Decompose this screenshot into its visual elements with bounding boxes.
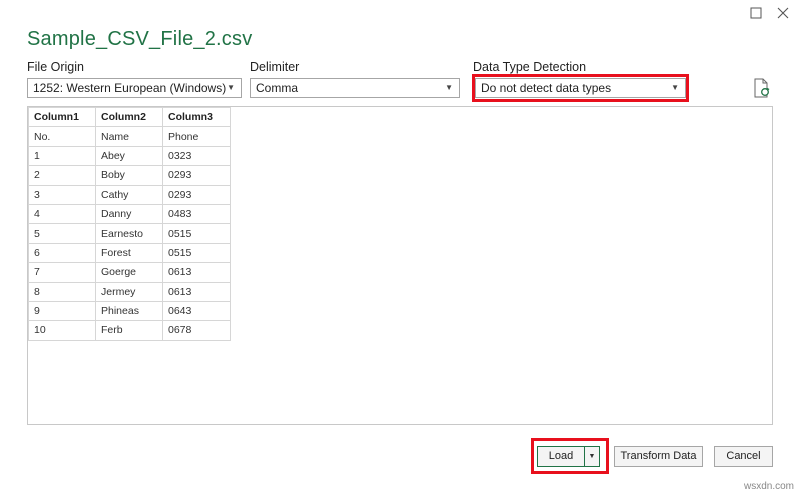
table-cell: 0293 <box>162 184 231 205</box>
table-cell: Danny <box>95 203 163 225</box>
table-cell: 2 <box>28 165 96 186</box>
table-cell: No. <box>28 126 96 147</box>
file-origin-label: File Origin <box>27 60 84 74</box>
table-row: 8 Jermey 0613 <box>28 281 231 302</box>
table-cell: Name <box>95 126 163 147</box>
transform-data-button[interactable]: Transform Data <box>614 446 703 467</box>
table-cell: 0643 <box>162 300 231 322</box>
table-cell: 5 <box>28 223 96 244</box>
table-cell: Jermey <box>95 281 163 302</box>
dialog-title: Sample_CSV_File_2.csv <box>27 28 253 50</box>
delimiter-label: Delimiter <box>250 60 300 74</box>
column-header: Column1 <box>28 106 96 128</box>
table-row: 5 Earnesto 0515 <box>28 223 231 244</box>
table-row: 7 Goerge 0613 <box>28 262 231 283</box>
table-cell: Cathy <box>95 184 163 205</box>
watermark: wsxdn.com <box>743 481 794 492</box>
table-cell: 6 <box>28 242 96 264</box>
table-row: 9 Phineas 0643 <box>28 300 231 322</box>
table-cell: Ferb <box>95 320 163 341</box>
data-preview-pane[interactable]: Column1 Column2 Column3 No. Name Phone 1 Abe… <box>27 106 773 425</box>
table-cell: 0515 <box>162 223 231 244</box>
table-row: No. Name Phone <box>28 126 231 147</box>
table-cell: Goerge <box>95 262 163 283</box>
table-row: 3 Cathy 0293 <box>28 184 231 205</box>
file-origin-dropdown[interactable]: 1252: Western European (Windows) ▼ <box>27 78 242 98</box>
table-cell: Earnesto <box>95 223 163 244</box>
table-cell: Phone <box>162 126 231 147</box>
data-type-detection-label: Data Type Detection <box>473 60 587 74</box>
table-cell: 0323 <box>162 145 231 167</box>
table-cell: 0678 <box>162 320 231 341</box>
table-cell: 1 <box>28 145 96 167</box>
chevron-down-icon: ▼ <box>445 83 453 92</box>
delimiter-value: Comma <box>256 81 299 95</box>
refresh-file-icon[interactable] <box>753 78 771 98</box>
highlight-box <box>472 74 689 102</box>
table-cell: 7 <box>28 262 96 283</box>
column-header: Column3 <box>162 106 231 128</box>
table-cell: Phineas <box>95 300 163 322</box>
chevron-down-icon: ▼ <box>227 83 235 92</box>
table-cell: 3 <box>28 184 96 205</box>
table-row: 2 Boby 0293 <box>28 165 231 186</box>
table-cell: 0293 <box>162 165 231 186</box>
table-cell: 4 <box>28 203 96 225</box>
table-cell: 9 <box>28 300 96 322</box>
table-cell: 0613 <box>162 281 231 302</box>
table-cell: 8 <box>28 281 96 302</box>
table-row: 6 Forest 0515 <box>28 242 231 264</box>
delimiter-dropdown[interactable]: Comma ▼ <box>250 78 460 98</box>
preview-table: Column1 Column2 Column3 No. Name Phone 1 Abe… <box>28 106 231 341</box>
table-cell: 0483 <box>162 203 231 225</box>
table-row: 10 Ferb 0678 <box>28 320 231 341</box>
table-cell: 10 <box>28 320 96 341</box>
column-header: Column2 <box>95 106 163 128</box>
maximize-icon[interactable] <box>745 2 767 24</box>
table-header-row: Column1 Column2 Column3 <box>28 106 231 128</box>
table-cell: Abey <box>95 145 163 167</box>
table-cell: Forest <box>95 242 163 264</box>
table-cell: 0515 <box>162 242 231 264</box>
highlight-box <box>531 438 609 474</box>
table-row: 4 Danny 0483 <box>28 203 231 225</box>
cancel-button[interactable]: Cancel <box>714 446 773 467</box>
close-icon[interactable] <box>772 2 794 24</box>
table-row: 1 Abey 0323 <box>28 145 231 167</box>
table-cell: 0613 <box>162 262 231 283</box>
file-origin-value: 1252: Western European (Windows) <box>33 81 227 95</box>
table-cell: Boby <box>95 165 163 186</box>
